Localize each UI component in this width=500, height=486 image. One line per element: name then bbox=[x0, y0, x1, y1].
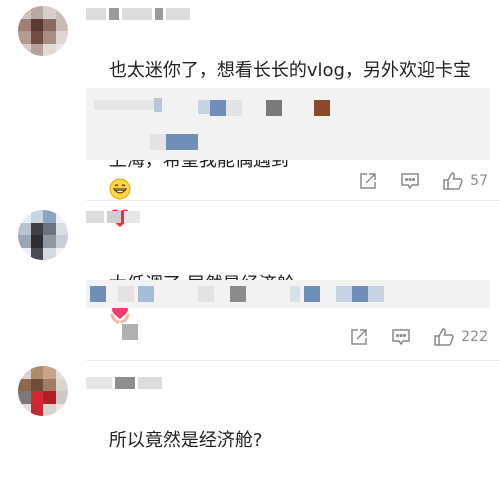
like-button[interactable]: 57 bbox=[442, 171, 488, 191]
comment-text: 所以竟然是经济舱? bbox=[86, 396, 486, 486]
share-button[interactable] bbox=[349, 327, 369, 347]
comment-item: 也太迷你了，想看长长的vlog，另外欢迎卡宝回 上海，希望我能偶遇到 bbox=[0, 0, 500, 227]
reply-preview[interactable] bbox=[86, 88, 490, 160]
avatar[interactable] bbox=[18, 6, 68, 56]
redacted-text bbox=[352, 286, 368, 302]
reply-preview[interactable] bbox=[86, 280, 490, 340]
redacted-text bbox=[166, 134, 198, 150]
share-icon bbox=[360, 173, 376, 189]
redacted-text bbox=[90, 286, 106, 302]
comment-button[interactable] bbox=[400, 171, 420, 191]
comment-button[interactable] bbox=[391, 327, 411, 347]
avatar[interactable] bbox=[18, 210, 68, 260]
comment-text-line1: 所以竟然是经济舱? bbox=[108, 430, 263, 451]
like-count: 57 bbox=[470, 173, 488, 189]
redacted-text bbox=[154, 98, 162, 112]
redacted-text bbox=[122, 324, 138, 340]
grin-emoji bbox=[109, 178, 131, 200]
redacted-text bbox=[226, 100, 242, 116]
comment-item: 太低调了 居然是经济舱 bbox=[0, 200, 500, 360]
thumbs-up-icon bbox=[443, 172, 463, 190]
comment-icon bbox=[401, 173, 419, 190]
redacted-text bbox=[150, 134, 166, 150]
redacted-text bbox=[290, 286, 300, 302]
username-redacted[interactable] bbox=[86, 210, 140, 224]
redacted-text bbox=[304, 286, 320, 302]
username-redacted[interactable] bbox=[86, 7, 190, 21]
like-count: 222 bbox=[461, 329, 488, 345]
comment-actions: 57 bbox=[358, 170, 488, 192]
redacted-text bbox=[198, 286, 214, 302]
redacted-text bbox=[210, 100, 226, 116]
redacted-text bbox=[198, 100, 210, 114]
comment-icon bbox=[392, 329, 411, 346]
like-button[interactable]: 222 bbox=[433, 327, 488, 347]
redacted-text bbox=[138, 286, 154, 302]
redacted-text bbox=[94, 100, 154, 110]
redacted-text bbox=[314, 100, 330, 116]
redacted-text bbox=[266, 100, 282, 116]
comment-actions: 222 bbox=[349, 326, 488, 348]
redacted-text bbox=[336, 286, 352, 302]
share-button[interactable] bbox=[358, 171, 378, 191]
thumbs-up-icon bbox=[434, 328, 454, 346]
comment-item: 所以竟然是经济舱? bbox=[0, 360, 500, 451]
redacted-text bbox=[368, 286, 384, 302]
redacted-text bbox=[118, 286, 134, 302]
username-redacted[interactable] bbox=[86, 376, 162, 390]
avatar[interactable] bbox=[18, 366, 68, 416]
share-icon bbox=[351, 329, 368, 345]
redacted-text bbox=[230, 286, 246, 302]
